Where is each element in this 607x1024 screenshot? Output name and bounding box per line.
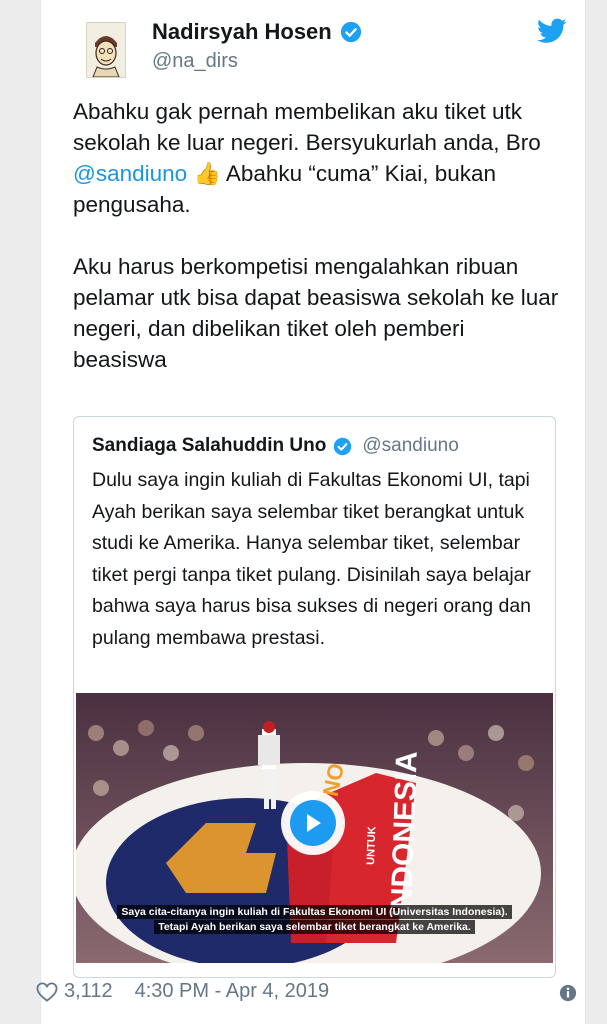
subtitle-line-1: Saya cita-citanya ingin kuliah di Fakult… [117, 905, 512, 919]
tweet-timestamp[interactable]: 4:30 PM - Apr 4, 2019 [135, 980, 330, 1003]
tweet-card: Nadirsyah Hosen @na_dirs Abahku gak pern… [40, 0, 586, 1024]
mention-link[interactable]: @sandiuno [73, 161, 187, 186]
author-avatar[interactable] [86, 22, 126, 78]
video-player[interactable]: UNO UNTUK INDONESIA Saya cita-citanya in… [76, 693, 553, 963]
thumbs-up-emoji: 👍 [193, 161, 221, 186]
verified-badge-icon [334, 437, 352, 455]
tweet-text: Abahku gak pernah membelikan aku tiket u… [73, 96, 563, 375]
like-count[interactable]: 3,112 [64, 980, 113, 1003]
stage-text-untuk: UNTUK [365, 826, 378, 865]
play-button-inner [290, 800, 336, 846]
info-icon[interactable] [559, 984, 577, 1002]
author-name-row[interactable]: Nadirsyah Hosen [152, 19, 362, 45]
subtitle-line-2: Tetapi Ayah berikan saya selembar tiket … [154, 920, 475, 934]
twitter-bird-icon[interactable] [537, 18, 567, 44]
quoted-author-handle[interactable]: @sandiuno [362, 435, 458, 457]
verified-badge-icon [340, 21, 361, 43]
tweet-text-part: Abahku gak pernah membelikan aku tiket u… [73, 99, 541, 155]
author-name[interactable]: Nadirsyah Hosen [152, 19, 332, 45]
quoted-tweet[interactable]: Sandiaga Salahuddin Uno @sandiuno Dulu s… [73, 416, 556, 978]
quoted-tweet-header: Sandiaga Salahuddin Uno @sandiuno [92, 435, 459, 457]
play-icon [307, 814, 321, 832]
quoted-tweet-text: Dulu saya ingin kuliah di Fakultas Ekono… [92, 469, 532, 649]
tweet-paragraph-2: Aku harus berkompetisi mengalahkan ribua… [73, 254, 559, 372]
tweet-footer: 3,112 4:30 PM - Apr 4, 2019 [36, 980, 329, 1003]
author-handle[interactable]: @na_dirs [152, 50, 238, 73]
video-subtitles: Saya cita-citanya ingin kuliah di Fakult… [76, 905, 553, 935]
play-button[interactable] [281, 791, 345, 855]
heart-icon[interactable] [36, 981, 58, 1002]
stage-text-indonesia: INDONESIA [385, 751, 424, 919]
quoted-author-name[interactable]: Sandiaga Salahuddin Uno [92, 435, 326, 457]
tweet-paragraph-1: Abahku gak pernah membelikan aku tiket u… [73, 96, 563, 220]
